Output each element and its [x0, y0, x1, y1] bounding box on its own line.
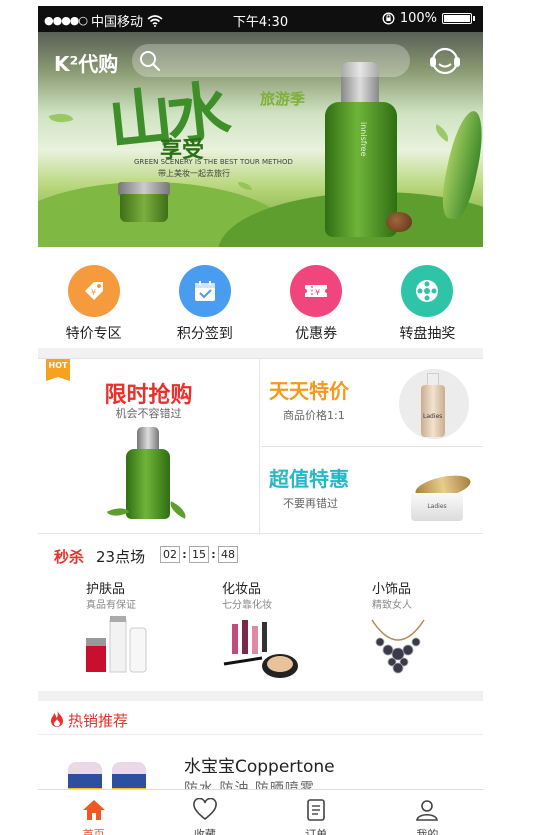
order-icon: [307, 799, 325, 821]
tab-label: 订单: [305, 828, 328, 835]
necklace-image: [371, 619, 425, 674]
search-input[interactable]: [166, 48, 402, 73]
category-name: 小饰品: [372, 582, 412, 597]
tab-orders[interactable]: 订单: [261, 790, 372, 835]
tab-label: 首页: [82, 828, 105, 835]
banner-product-bottle: innisfree: [325, 62, 397, 237]
promo-flash-sub: 机会不容错过: [115, 407, 182, 420]
svg-text:¥: ¥: [315, 288, 320, 297]
skincare-product-image: [86, 616, 147, 673]
brand-logo[interactable]: K²代购: [54, 48, 118, 77]
promo-daily-special[interactable]: 天天特价 商品价格1:1 Ladies: [261, 359, 483, 447]
promo-value-deal[interactable]: 超值特惠 不要再错过 Ladies: [261, 447, 483, 535]
flame-icon: [51, 710, 63, 727]
category-skincare[interactable]: 护肤品 真品有保证: [86, 574, 226, 684]
promo-daily-sub: 商品价格1:1: [283, 409, 345, 422]
category-name: 化妆品: [222, 582, 262, 597]
hot-recommend-title: 热销推荐: [68, 712, 129, 730]
banner-tag: 旅游季: [260, 90, 306, 108]
product-label: Ladies: [423, 413, 443, 420]
quick-item-label: 优惠券: [295, 326, 338, 342]
banner-leaf: [431, 124, 453, 142]
status-bar: ●●●●○ 中国移动 下午4:30 100%: [38, 6, 483, 32]
category-desc: 精致女人: [372, 600, 412, 611]
home-icon: [82, 800, 105, 820]
wheel-icon: [401, 265, 454, 317]
countdown-colon: :: [182, 548, 187, 561]
calendar-check-icon: [178, 265, 231, 317]
hot-recommend-header: 热销推荐: [38, 701, 483, 735]
quick-item-lottery[interactable]: 转盘抽奖: [372, 259, 483, 347]
svg-text:¥: ¥: [91, 288, 96, 297]
promo-grid: HOT 限时抢购 机会不容错过 天天特价 商品价格1:1 Ladies 超值特惠…: [38, 358, 483, 535]
banner-cream-jar: [118, 182, 170, 222]
leaf-decoration: [166, 501, 190, 519]
category-desc: 七分靠化妆: [222, 600, 272, 611]
jar-pot: Ladies: [411, 493, 463, 521]
search-bar[interactable]: [132, 44, 410, 77]
banner-leaf: [48, 108, 74, 128]
category-name: 护肤品: [86, 582, 126, 597]
quick-item-coupon[interactable]: ¥ 优惠券: [261, 259, 372, 347]
flash-sale-tag: 秒杀: [54, 548, 85, 566]
quick-item-label: 积分签到: [176, 326, 233, 342]
heart-icon: [193, 797, 217, 821]
price-tag-icon: ¥: [67, 265, 120, 317]
banner-subtitle-cn: 带上美妆一起去旅行: [158, 169, 230, 178]
phone-screen: ●●●●○ 中国移动 下午4:30 100% 山水 旅游季 享受 GREEN S…: [38, 6, 483, 835]
countdown-minutes: 15: [189, 546, 209, 563]
countdown-colon: :: [211, 548, 216, 561]
quick-item-checkin[interactable]: 积分签到: [149, 259, 260, 347]
bottom-tab-bar: 首页 收藏 订单 我的: [38, 789, 483, 835]
quick-item-label: 转盘抽奖: [399, 326, 456, 342]
quick-item-label: 特价专区: [65, 326, 122, 342]
flash-sale-session: 23点场: [96, 548, 146, 566]
bottle-cap: [137, 427, 159, 451]
jar-pot: [120, 194, 168, 222]
tab-favorites[interactable]: 收藏: [149, 790, 260, 835]
bottle-body: [126, 449, 170, 519]
promo-flash-sale[interactable]: HOT 限时抢购 机会不容错过: [38, 359, 260, 535]
battery-percent: 100%: [399, 11, 437, 26]
lotion-tube-image: Ladies: [421, 385, 445, 437]
tab-home[interactable]: 首页: [38, 790, 149, 835]
hot-badge: HOT: [46, 359, 70, 381]
tab-profile[interactable]: 我的: [372, 790, 483, 835]
countdown-hours: 02: [160, 546, 180, 563]
serum-bottle-image: [126, 427, 170, 519]
battery-cap: [473, 16, 475, 21]
category-makeup[interactable]: 化妆品 七分靠化妆: [222, 574, 362, 684]
rotation-lock-icon: [382, 12, 395, 25]
section-divider: [38, 348, 483, 358]
tab-label: 我的: [416, 828, 439, 835]
coupon-icon: ¥: [290, 265, 343, 317]
bottle-label: innisfree: [359, 122, 368, 157]
makeup-product-image: [223, 620, 298, 678]
category-desc: 真品有保证: [86, 600, 136, 611]
customer-service-icon[interactable]: [428, 44, 462, 78]
tab-label: 收藏: [193, 828, 216, 835]
countdown-seconds: 48: [218, 546, 238, 563]
promo-daily-title: 天天特价: [269, 379, 349, 403]
quick-menu: ¥ 特价专区 积分签到 ¥ 优惠券 转盘抽奖: [38, 259, 483, 347]
status-right: 100%: [382, 11, 475, 26]
flash-sale-categories: 护肤品 真品有保证 化妆品 七分靠化妆 小饰品 精致女人: [38, 574, 483, 684]
countdown-timer: 02 : 15 : 48: [160, 546, 238, 563]
cream-jar-image: Ladies: [411, 471, 473, 521]
promo-value-title: 超值特惠: [269, 467, 349, 491]
category-accessories[interactable]: 小饰品 精致女人: [371, 574, 483, 684]
flash-sale-section: 秒杀 23点场 02 : 15 : 48 护肤品 真品有保证 化妆品 七分靠化妆: [38, 542, 483, 692]
banner-subtitle: GREEN SCENERY IS THE BEST TOUR METHOD: [134, 158, 293, 166]
banner-nut: [386, 212, 412, 232]
quick-item-special-price[interactable]: ¥ 特价专区: [38, 259, 149, 347]
section-divider: [38, 691, 483, 701]
battery-icon: [442, 13, 472, 24]
product-title: 水宝宝Coppertone: [184, 757, 335, 777]
banner-leaf: [238, 182, 252, 190]
promo-value-sub: 不要再错过: [283, 497, 338, 510]
search-icon[interactable]: [138, 49, 162, 73]
user-icon: [416, 800, 439, 821]
